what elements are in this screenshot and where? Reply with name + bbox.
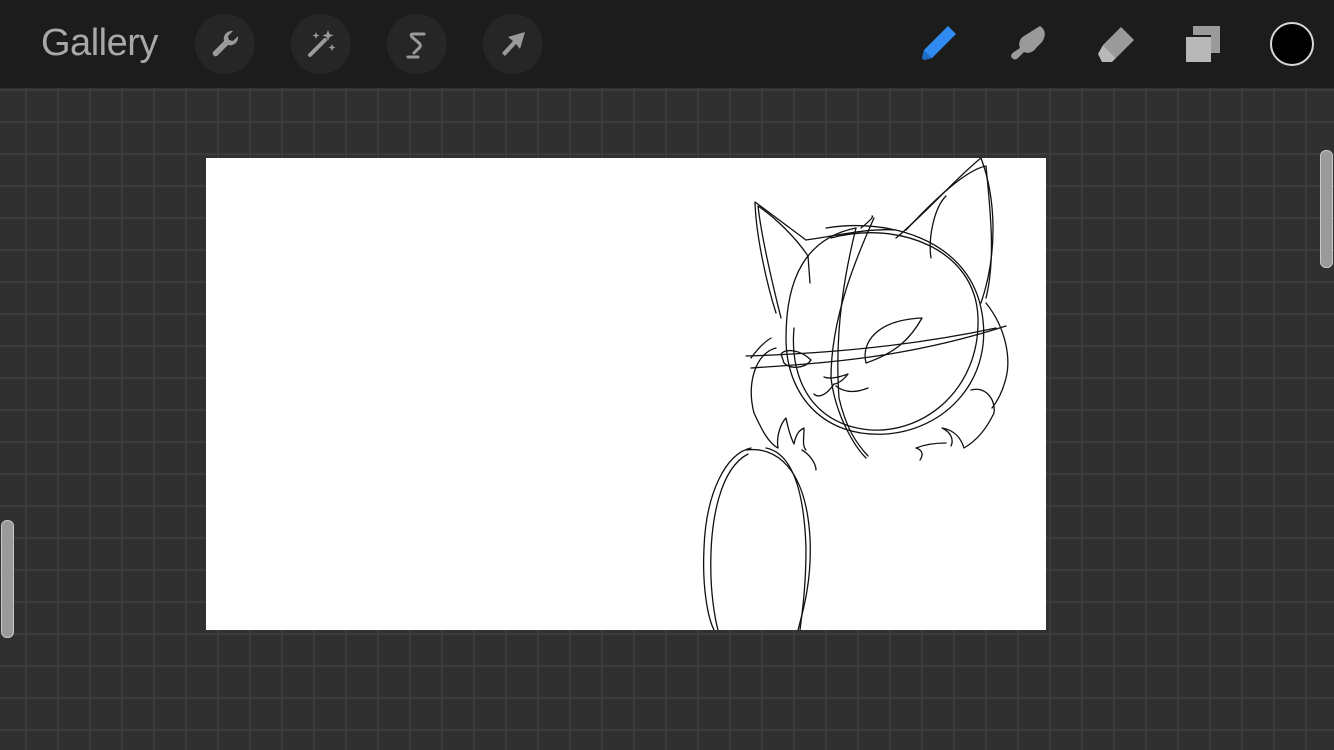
pencil-icon	[922, 26, 956, 60]
wrench-icon	[212, 30, 239, 57]
opacity-slider[interactable]	[1, 520, 14, 638]
erase-button[interactable]	[1092, 20, 1140, 68]
top-toolbar: Gallery	[0, 0, 1334, 88]
color-picker-button[interactable]	[1270, 22, 1314, 66]
transform-button[interactable]	[483, 14, 543, 74]
selection-s-icon	[406, 32, 426, 59]
smudge-finger-icon	[1011, 26, 1045, 60]
layers-icon	[1184, 26, 1220, 62]
selection-button[interactable]	[387, 14, 447, 74]
smudge-button[interactable]	[1004, 20, 1052, 68]
procreate-workspace: Gallery	[0, 0, 1334, 750]
cat-sketch	[702, 158, 1009, 630]
adjustments-button[interactable]	[291, 14, 351, 74]
brush-size-slider[interactable]	[1320, 150, 1333, 268]
paint-button[interactable]	[914, 20, 962, 68]
actions-button[interactable]	[195, 14, 255, 74]
arrow-cursor-icon	[502, 32, 525, 56]
layers-button[interactable]	[1178, 20, 1226, 68]
gallery-button[interactable]: Gallery	[41, 22, 158, 65]
eraser-icon	[1098, 27, 1134, 62]
magic-wand-icon	[308, 30, 336, 57]
drawing-canvas[interactable]	[206, 158, 1046, 630]
